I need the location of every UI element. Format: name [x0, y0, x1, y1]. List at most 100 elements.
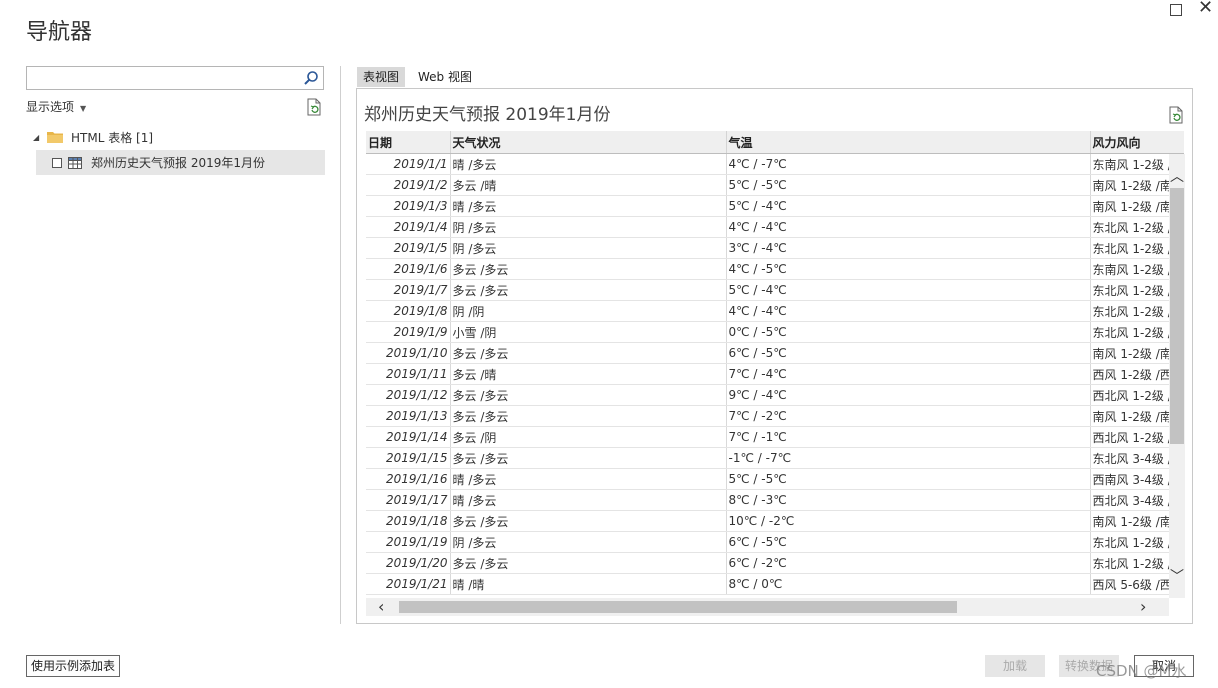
table-cell: 晴 /多云 [450, 468, 727, 490]
table-row[interactable]: 2019/1/6 多云 /多云 4℃ / -5℃ 东南风 1-2级 /... [366, 258, 1184, 280]
table-header-row: 日期 天气状况 气温 风力风向 [366, 131, 1184, 154]
table-cell: 2019/1/15 [366, 447, 451, 469]
column-header[interactable]: 气温 [726, 131, 1091, 154]
display-options-dropdown[interactable]: 显示选项 ▼ [26, 98, 86, 115]
table-cell: 多云 /阴 [450, 426, 727, 448]
table-cell: -1℃ / -7℃ [726, 447, 1091, 469]
vertical-scroll-thumb[interactable] [1170, 188, 1184, 444]
table-cell: 2019/1/5 [366, 237, 451, 259]
table-cell: 多云 /多云 [450, 384, 727, 406]
refresh-icon[interactable] [306, 98, 322, 116]
table-cell: 4℃ / -4℃ [726, 216, 1091, 238]
table-row[interactable]: 2019/1/1 晴 /多云 4℃ / -7℃ 东南风 1-2级 /... [366, 153, 1184, 175]
table-row[interactable]: 2019/1/17 晴 /多云 8℃ / -3℃ 西北风 3-4级 /... [366, 489, 1184, 511]
table-icon [68, 156, 82, 169]
add-table-using-examples-button[interactable]: 使用示例添加表 [26, 655, 120, 677]
table-cell: 2019/1/19 [366, 531, 451, 553]
table-cell: 4℃ / -5℃ [726, 258, 1091, 280]
table-cell: 5℃ / -5℃ [726, 468, 1091, 490]
table-row[interactable]: 2019/1/21 晴 /晴 8℃ / 0℃ 西风 5-6级 /西... [366, 573, 1184, 595]
table-cell: 2019/1/6 [366, 258, 451, 280]
scroll-right-icon[interactable]: › [1140, 597, 1146, 616]
table-row[interactable]: 2019/1/19 阴 /多云 6℃ / -5℃ 东北风 1-2级 /... [366, 531, 1184, 553]
table-cell: 阴 /多云 [450, 216, 727, 238]
table-row[interactable]: 2019/1/3 晴 /多云 5℃ / -4℃ 南风 1-2级 /南... [366, 195, 1184, 217]
watermark: CSDN @M水 [1096, 662, 1187, 680]
folder-icon [47, 132, 63, 143]
table-cell: 7℃ / -1℃ [726, 426, 1091, 448]
table-cell: 晴 /多云 [450, 195, 727, 217]
table-row[interactable]: 2019/1/9 小雪 /阴 0℃ / -5℃ 东北风 1-2级 /... [366, 321, 1184, 343]
table-row[interactable]: 2019/1/2 多云 /晴 5℃ / -5℃ 南风 1-2级 /南... [366, 174, 1184, 196]
chevron-down-icon: ▼ [80, 104, 87, 113]
table-cell: 6℃ / -5℃ [726, 531, 1091, 553]
tree-group-html-tables[interactable]: ◢ HTML 表格 [1] [33, 128, 153, 146]
load-button[interactable]: 加载 [985, 655, 1045, 677]
table-cell: 6℃ / -2℃ [726, 552, 1091, 574]
tree-item-checkbox[interactable] [52, 157, 62, 168]
table-cell: 2019/1/21 [366, 573, 451, 595]
table-row[interactable]: 2019/1/5 阴 /多云 3℃ / -4℃ 东北风 1-2级 /... [366, 237, 1184, 259]
table-cell: 6℃ / -5℃ [726, 342, 1091, 364]
table-cell: 2019/1/12 [366, 384, 451, 406]
table-row[interactable]: 2019/1/4 阴 /多云 4℃ / -4℃ 东北风 1-2级 /... [366, 216, 1184, 238]
table-cell: 多云 /多云 [450, 510, 727, 532]
scroll-down-icon[interactable]: ﹀ [1170, 566, 1184, 586]
close-icon[interactable]: ✕ [1198, 0, 1213, 18]
panel-divider[interactable] [340, 66, 341, 624]
table-cell: 2019/1/9 [366, 321, 451, 343]
table-row[interactable]: 2019/1/15 多云 /多云 -1℃ / -7℃ 东北风 3-4级 /... [366, 447, 1184, 469]
tree-group-label: HTML 表格 [1] [71, 130, 154, 145]
tree-item-table[interactable]: 郑州历史天气预报 2019年1月份 [36, 150, 325, 175]
refresh-icon[interactable] [1168, 106, 1184, 124]
table-row[interactable]: 2019/1/8 阴 /阴 4℃ / -4℃ 东北风 1-2级 /... [366, 300, 1184, 322]
table-row[interactable]: 2019/1/12 多云 /多云 9℃ / -4℃ 西北风 1-2级 /... [366, 384, 1184, 406]
table-cell: 多云 /多云 [450, 552, 727, 574]
table-cell: 2019/1/3 [366, 195, 451, 217]
table-cell: 多云 /多云 [450, 342, 727, 364]
table-cell: 多云 /多云 [450, 447, 727, 469]
scroll-up-icon[interactable]: ︿ [1170, 166, 1184, 186]
tab-table-view[interactable]: 表视图 [357, 67, 406, 87]
table-row[interactable]: 2019/1/11 多云 /晴 7℃ / -4℃ 西风 1-2级 /西... [366, 363, 1184, 385]
table-cell: 2019/1/11 [366, 363, 451, 385]
table-row[interactable]: 2019/1/16 晴 /多云 5℃ / -5℃ 西南风 3-4级 /... [366, 468, 1184, 490]
table-row[interactable]: 2019/1/14 多云 /阴 7℃ / -1℃ 西北风 1-2级 /... [366, 426, 1184, 448]
table-cell: 多云 /多云 [450, 279, 727, 301]
preview-table: 日期 天气状况 气温 风力风向 2019/1/1 晴 /多云 4℃ / -7℃ 东南风… [366, 131, 1184, 595]
table-cell: 晴 /多云 [450, 489, 727, 511]
column-header[interactable]: 天气状况 [450, 131, 727, 154]
table-row[interactable]: 2019/1/7 多云 /多云 5℃ / -4℃ 东北风 1-2级 /... [366, 279, 1184, 301]
horizontal-scroll-thumb[interactable] [399, 601, 957, 613]
table-cell: 8℃ / 0℃ [726, 573, 1091, 595]
table-cell: 阴 /多云 [450, 237, 727, 259]
table-cell: 4℃ / -7℃ [726, 153, 1091, 175]
table-cell: 小雪 /阴 [450, 321, 727, 343]
table-cell: 9℃ / -4℃ [726, 384, 1091, 406]
column-header[interactable]: 日期 [366, 131, 451, 154]
table-row[interactable]: 2019/1/20 多云 /多云 6℃ / -2℃ 东北风 1-2级 /... [366, 552, 1184, 574]
collapse-icon[interactable]: ◢ [33, 133, 43, 142]
data-grid[interactable]: 日期 天气状况 气温 风力风向 2019/1/1 晴 /多云 4℃ / -7℃ 东南风… [366, 131, 1184, 597]
table-cell: 7℃ / -2℃ [726, 405, 1091, 427]
search-field[interactable] [26, 66, 324, 90]
table-row[interactable]: 2019/1/13 多云 /多云 7℃ / -2℃ 南风 1-2级 /南... [366, 405, 1184, 427]
scroll-left-icon[interactable]: ‹ [378, 597, 384, 616]
table-cell: 5℃ / -5℃ [726, 174, 1091, 196]
table-cell: 2019/1/13 [366, 405, 451, 427]
search-input[interactable] [30, 69, 302, 89]
table-cell: 晴 /多云 [450, 153, 727, 175]
table-cell: 2019/1/17 [366, 489, 451, 511]
column-header[interactable]: 风力风向 [1090, 131, 1184, 154]
maximize-icon[interactable] [1170, 4, 1182, 16]
table-cell: 多云 /晴 [450, 363, 727, 385]
table-row[interactable]: 2019/1/18 多云 /多云 10℃ / -2℃ 南风 1-2级 /南... [366, 510, 1184, 532]
table-cell: 10℃ / -2℃ [726, 510, 1091, 532]
table-cell: 多云 /多云 [450, 258, 727, 280]
table-row[interactable]: 2019/1/10 多云 /多云 6℃ / -5℃ 南风 1-2级 /南... [366, 342, 1184, 364]
tab-web-view[interactable]: Web 视图 [412, 67, 478, 87]
table-cell: 2019/1/1 [366, 153, 451, 175]
window-title: 导航器 [26, 20, 93, 45]
search-icon[interactable] [303, 70, 319, 86]
table-cell: 5℃ / -4℃ [726, 195, 1091, 217]
